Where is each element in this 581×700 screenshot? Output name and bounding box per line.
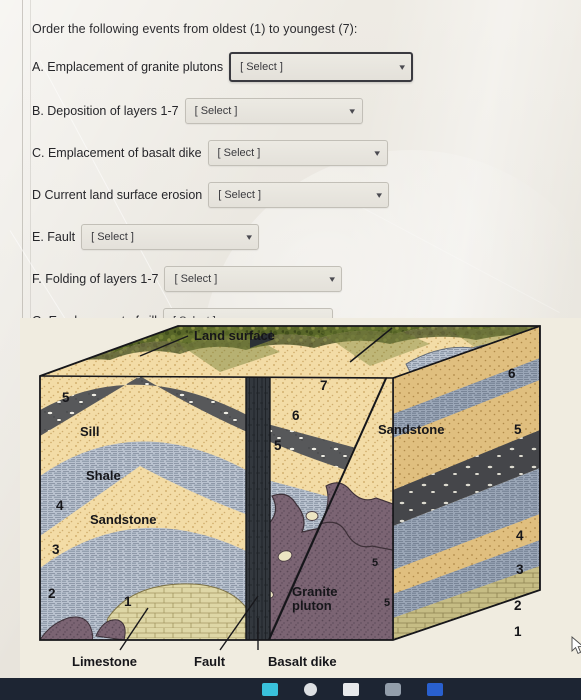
- order-row-d: D Current land surface erosion [ Select …: [32, 182, 552, 208]
- mouse-pointer: [571, 636, 581, 654]
- order-row-a: A. Emplacement of granite plutons [ Sele…: [32, 52, 552, 82]
- layer-number-3-right: 3: [516, 562, 524, 577]
- block-diagram-svg: Land surface 5 4 3 2 1 Sill Shale Sandst…: [20, 318, 581, 680]
- xenolith-number-b: 5: [384, 597, 390, 609]
- layer-number-5-top: 5: [274, 438, 282, 453]
- select-order-e[interactable]: [ Select ] ▾: [81, 224, 260, 250]
- chevron-down-icon: ▾: [349, 105, 356, 116]
- layer-number-2-left: 2: [48, 586, 56, 601]
- app-icon-teal[interactable]: [262, 682, 278, 696]
- select-value-d: [ Select ]: [218, 189, 262, 201]
- select-order-c[interactable]: [ Select ] ▾: [207, 140, 388, 166]
- select-order-d[interactable]: [ Select ] ▾: [208, 182, 390, 208]
- front-face: [40, 376, 393, 640]
- layer-number-6-right: 6: [508, 366, 516, 381]
- order-row-e: E. Fault [ Select ] ▾: [32, 224, 552, 250]
- label-shale: Shale: [86, 468, 121, 483]
- app-icon-gray[interactable]: [385, 682, 401, 696]
- layer-number-6-top: 6: [292, 408, 300, 423]
- page-title: Order the following events from oldest (…: [32, 22, 358, 36]
- layer-number-4-right: 4: [516, 528, 524, 543]
- layer-number-3-left: 3: [52, 542, 60, 557]
- select-order-b[interactable]: [ Select ] ▾: [184, 98, 363, 124]
- order-row-c: C. Emplacement of basalt dike [ Select ]…: [32, 140, 552, 166]
- xenolith-number-a: 5: [372, 557, 378, 569]
- label-land-surface: Land surface: [194, 328, 275, 343]
- order-item-label-a: A. Emplacement of granite plutons: [32, 60, 224, 74]
- chevron-down-icon: ▾: [374, 147, 381, 158]
- layer-number-4-left: 4: [56, 498, 64, 513]
- order-item-label-b: B. Deposition of layers 1-7: [32, 104, 179, 118]
- order-row-f: F. Folding of layers 1-7 [ Select ] ▾: [32, 266, 552, 292]
- layer-number-1-right: 1: [514, 624, 522, 639]
- order-item-label-d: D Current land surface erosion: [32, 188, 203, 202]
- label-granite-pluton-line1: Granite: [292, 584, 338, 599]
- taskbar[interactable]: [0, 678, 581, 700]
- layer-number-2-right: 2: [514, 598, 522, 613]
- select-value-f: [ Select ]: [174, 273, 218, 285]
- select-order-f[interactable]: [ Select ] ▾: [164, 266, 343, 292]
- question-block: Order the following events from oldest (…: [32, 22, 552, 334]
- select-value-a: [ Select ]: [240, 61, 283, 73]
- layer-number-7-top: 7: [320, 378, 328, 393]
- select-value-b: [ Select ]: [194, 105, 238, 117]
- label-sandstone-right: Sandstone: [378, 422, 444, 437]
- app-icon-circle[interactable]: [304, 682, 317, 696]
- chevron-down-icon: ▾: [376, 189, 382, 200]
- select-value-c: [ Select ]: [217, 147, 261, 159]
- order-item-label-e: E. Fault: [32, 230, 76, 244]
- select-order-a[interactable]: [ Select ] ▾: [229, 52, 414, 82]
- app-icon-white[interactable]: [343, 682, 359, 696]
- chevron-down-icon: ▾: [398, 61, 405, 72]
- label-fault: Fault: [194, 654, 226, 669]
- app-icon-blue[interactable]: [427, 682, 443, 696]
- chevron-down-icon: ▾: [245, 231, 252, 242]
- label-sandstone-left: Sandstone: [90, 512, 156, 527]
- label-sill: Sill: [80, 424, 100, 439]
- label-granite-pluton-line2: pluton: [292, 598, 332, 613]
- layer-number-5-right: 5: [514, 422, 522, 437]
- order-item-label-c: C. Emplacement of basalt dike: [32, 146, 202, 160]
- order-item-label-f: F. Folding of layers 1-7: [32, 272, 159, 286]
- order-row-b: B. Deposition of layers 1-7 [ Select ] ▾: [32, 98, 552, 124]
- chevron-down-icon: ▾: [329, 273, 336, 284]
- layer-number-1-left: 1: [124, 594, 132, 609]
- label-limestone: Limestone: [72, 654, 137, 669]
- layer-number-5-left: 5: [62, 390, 70, 405]
- select-value-e: [ Select ]: [91, 231, 134, 243]
- geologic-block-diagram: Land surface 5 4 3 2 1 Sill Shale Sandst…: [20, 318, 581, 680]
- label-basalt-dike: Basalt dike: [268, 654, 337, 669]
